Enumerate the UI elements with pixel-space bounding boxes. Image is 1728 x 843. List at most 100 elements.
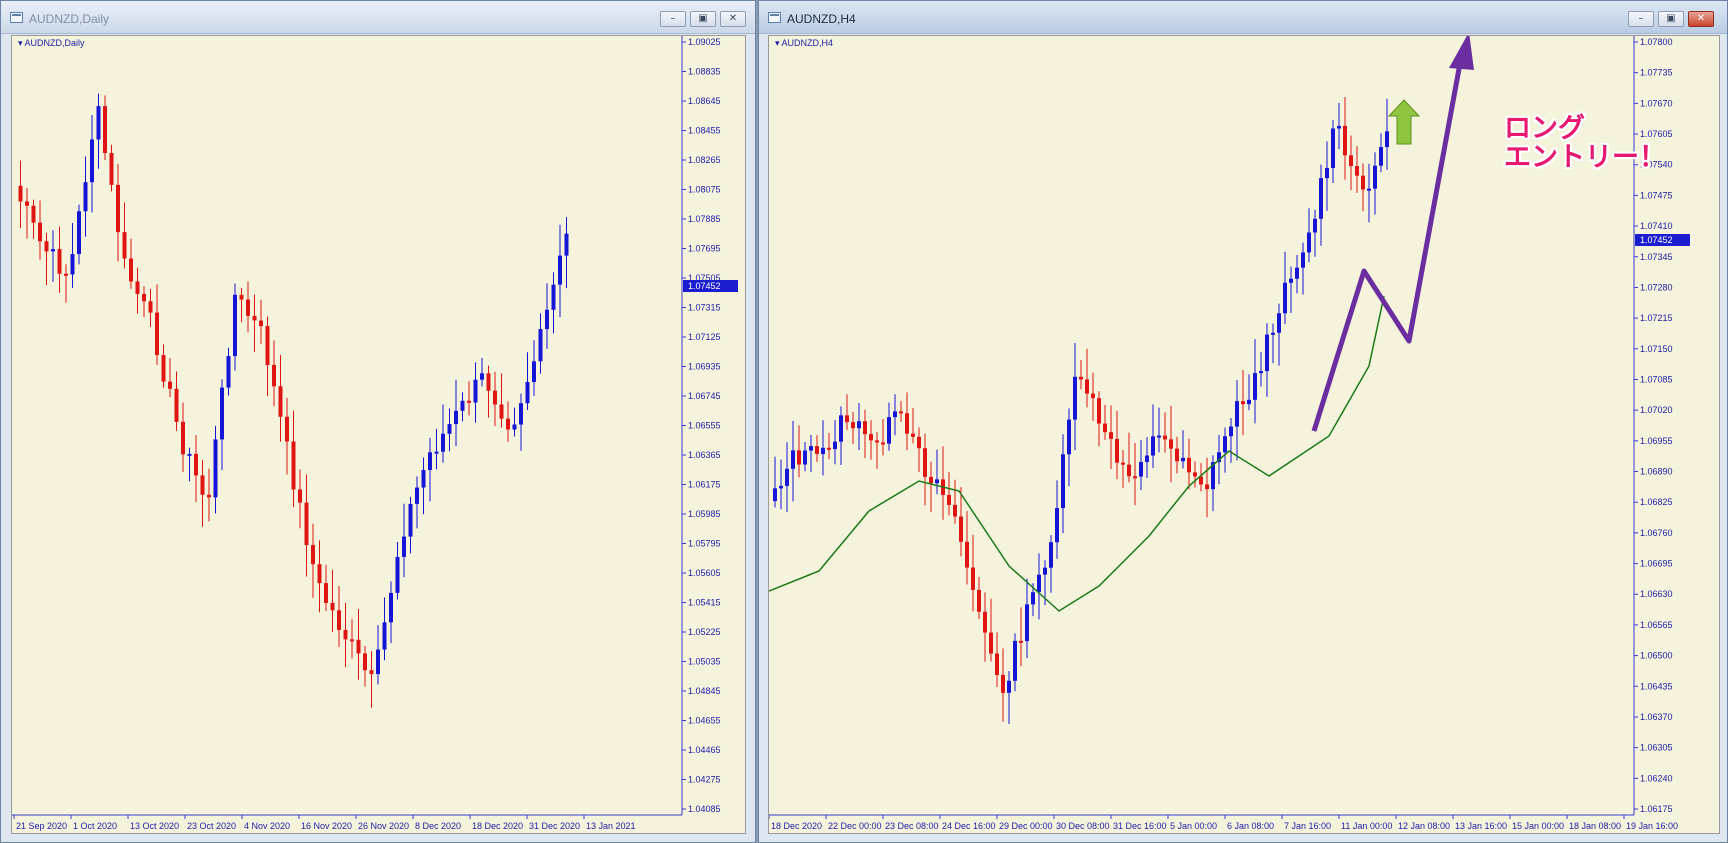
candle-body (1229, 426, 1233, 437)
window-title: AUDNZD,H4 (787, 12, 856, 26)
candle-body (187, 453, 192, 456)
candle-body (881, 442, 885, 445)
candle-body (525, 382, 530, 404)
minimize-icon[interactable]: – (1628, 11, 1654, 27)
candle-body (90, 139, 94, 183)
price-tick-label: 1.06935 (688, 362, 721, 372)
candle-body (1307, 232, 1311, 253)
h4-titlebar[interactable]: AUDNZD,H4 – ▣ ✕ (759, 1, 1727, 34)
candle-body (1193, 472, 1197, 477)
time-tick-label: 6 Jan 08:00 (1227, 821, 1274, 831)
candle-body (116, 184, 120, 233)
candle-body (441, 433, 445, 452)
candle-body (1145, 455, 1149, 462)
candle-body (1181, 457, 1185, 462)
time-tick-label: 21 Sep 2020 (16, 821, 67, 831)
window-icon (768, 12, 781, 23)
candle-body (57, 249, 62, 274)
candle-body (64, 273, 68, 276)
candle-body (1385, 131, 1389, 148)
price-tick-label: 1.05985 (688, 509, 721, 519)
daily-chart-svg[interactable]: 1.09025 1.08835 1.08645 1.08455 1.08265 1.080… (12, 36, 747, 835)
candle-body (499, 404, 504, 419)
candle-body (869, 434, 873, 441)
price-tick-label: 1.07410 (1640, 221, 1673, 231)
price-tick-label: 1.06630 (1640, 589, 1673, 599)
price-tick-label: 1.06565 (1640, 620, 1673, 630)
price-tick-label: 1.07085 (1640, 374, 1673, 384)
candle-body (1007, 680, 1011, 693)
candle-body (1073, 376, 1077, 420)
candle-body (875, 440, 879, 443)
candle-body (809, 446, 813, 451)
daily-chart-area[interactable]: 1.09025 1.08835 1.08645 1.08455 1.08265 1.080… (11, 35, 746, 834)
candle-body (1061, 454, 1065, 509)
time-tick-label: 30 Dec 08:00 (1056, 821, 1110, 831)
candle-body (1187, 457, 1191, 473)
close-icon[interactable]: ✕ (720, 11, 746, 27)
candle-body (96, 106, 101, 140)
candle-body (1085, 379, 1089, 394)
candle-body (506, 418, 510, 430)
restore-icon[interactable]: ▣ (1658, 11, 1684, 27)
price-tick-label: 1.07215 (1640, 313, 1673, 323)
candle-body (551, 284, 556, 310)
candle-body (83, 182, 88, 212)
h4-chart-area[interactable]: 1.07800 1.07735 1.07670 1.07605 1.07540 1.074… (768, 35, 1720, 834)
candle-body (207, 494, 211, 498)
price-tick-label: 1.07800 (1640, 37, 1673, 47)
h4-chart-window[interactable]: AUDNZD,H4 – ▣ ✕ 1.07800 1.07735 1.07670 1.0… (758, 0, 1728, 843)
minimize-icon[interactable]: – (660, 11, 686, 27)
candle-body (1127, 464, 1131, 477)
candle-body (174, 388, 179, 422)
candle-body (1379, 147, 1383, 166)
price-tick-label: 1.06745 (688, 391, 721, 401)
candle-body (1097, 398, 1101, 424)
candle-body (1373, 165, 1377, 189)
candle-body (1049, 542, 1053, 568)
candle-body (1241, 401, 1245, 405)
candle-body (1043, 567, 1047, 575)
candle-body (959, 516, 963, 542)
close-icon[interactable]: ✕ (1688, 11, 1714, 27)
candle-body (1361, 175, 1365, 190)
candle-body (181, 421, 185, 455)
candle-body (70, 254, 75, 275)
candle-body (272, 364, 276, 387)
price-tick-label: 1.07885 (688, 214, 721, 224)
candle-body (545, 309, 549, 330)
candle-body (467, 400, 471, 403)
price-tick-label: 1.08075 (688, 185, 721, 195)
price-tick-label: 1.07020 (1640, 405, 1673, 415)
candle-body (25, 201, 29, 206)
price-tick-label: 1.07735 (1640, 68, 1673, 78)
price-tick-label: 1.05035 (688, 657, 721, 667)
candle-body (200, 475, 205, 495)
candle-body (298, 489, 302, 503)
candle-body (343, 629, 348, 640)
candle-body (845, 415, 849, 423)
price-tick-label: 1.06370 (1640, 712, 1673, 722)
time-tick-label: 26 Nov 2020 (358, 821, 409, 831)
candle-body (1301, 252, 1305, 268)
price-tick-label: 1.07670 (1640, 98, 1673, 108)
candle-body (330, 602, 335, 611)
candle-body (821, 447, 825, 454)
candle-body (415, 487, 419, 504)
candle-body (1331, 128, 1335, 169)
candle-body (44, 241, 49, 252)
price-tick-label: 1.08265 (688, 155, 721, 165)
candle-body (109, 153, 114, 185)
candle-body (220, 387, 224, 440)
candle-body (337, 610, 341, 630)
candle-body (265, 326, 270, 365)
daily-chart-window[interactable]: AUDNZD,Daily – ▣ ✕ 1.09025 1.08835 1.08645… (0, 0, 756, 843)
candle-body (278, 386, 283, 417)
chart-symbol-text: AUDNZD,H4 (781, 38, 834, 48)
candle-body (1259, 371, 1263, 374)
restore-icon[interactable]: ▣ (690, 11, 716, 27)
daily-titlebar[interactable]: AUDNZD,Daily – ▣ ✕ (1, 1, 755, 34)
candle-body (803, 450, 807, 465)
price-tick-label: 1.06825 (1640, 497, 1673, 507)
candle-body (1115, 438, 1119, 463)
